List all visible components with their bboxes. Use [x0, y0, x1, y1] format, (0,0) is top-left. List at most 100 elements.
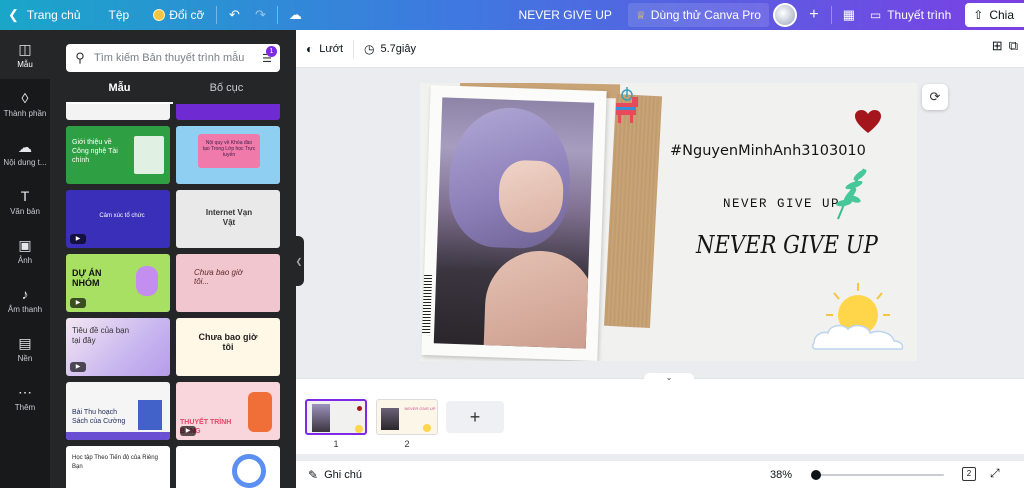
templates-panel: ⚲ Tìm kiếm Bản thuyết trình mẫu ☰ 1 Mẫu … — [50, 30, 296, 488]
left-rail: ◫ Mẫu ◊ Thành phần ☁ Nội dung t... T Văn… — [0, 30, 50, 488]
search-input[interactable]: Tìm kiếm Bản thuyết trình mẫu — [94, 52, 254, 64]
duplicate-page-icon[interactable]: ⧉ — [1009, 38, 1018, 54]
transition-button[interactable]: ◐ Lướt — [296, 42, 353, 56]
crown-icon: ♕ — [635, 9, 646, 22]
template-thumb[interactable]: Chưa bao giờ tôi — [176, 318, 280, 376]
redo-button[interactable]: ↷ — [247, 0, 273, 30]
sun-cloud-sticker-icon[interactable] — [808, 281, 908, 353]
leaf-sticker-icon[interactable] — [830, 165, 870, 221]
crown-coin-icon — [153, 9, 166, 21]
chevron-down-icon: ⌄ — [665, 373, 673, 382]
rail-item-photos[interactable]: ▣ Ảnh — [0, 226, 50, 275]
hashtag-text[interactable]: #NguyenMinhAnh3103010 — [670, 143, 866, 159]
rail-item-background[interactable]: ▤ Nền — [0, 324, 50, 373]
zoom-level[interactable]: 38% — [770, 469, 792, 481]
canvas-toolbar: ◐ Lướt ◷ 5.7giây ⊞ ⧉ — [296, 30, 1024, 68]
template-thumb[interactable] — [66, 104, 170, 120]
file-menu-button[interactable]: Tệp — [101, 0, 138, 30]
filter-count-badge: 1 — [266, 46, 277, 57]
person-illustration-icon — [248, 392, 272, 432]
template-title: Chưa bao giờ tôi... — [194, 268, 243, 286]
avatar[interactable] — [772, 3, 797, 27]
template-thumb[interactable]: Học tập Theo Tiến độ của Riêng Bạn — [66, 446, 170, 488]
kraft-paper-strip — [603, 93, 663, 329]
text-icon: T — [20, 187, 30, 204]
panel-tabs: Mẫu Bố cục — [66, 82, 280, 104]
share-label: Chia — [989, 8, 1014, 22]
polaroid-frame[interactable] — [421, 85, 607, 361]
document-title[interactable]: NEVER GIVE UP — [511, 0, 620, 30]
present-button[interactable]: ▭ Thuyết trình — [862, 0, 959, 30]
background-icon: ▤ — [18, 334, 32, 351]
page-grid-button[interactable]: 2 — [962, 467, 976, 481]
monster-illustration-icon — [136, 266, 158, 296]
portrait-photo[interactable] — [433, 97, 595, 349]
notes-icon: ✎ — [308, 467, 319, 482]
try-pro-button[interactable]: ♕ Dùng thử Canva Pro — [627, 3, 769, 27]
heart-sticker-icon[interactable] — [854, 109, 882, 135]
rail-item-label: Thêm — [14, 402, 36, 412]
zoom-slider[interactable] — [811, 470, 944, 480]
add-collaborator-button[interactable]: + — [801, 0, 827, 30]
template-thumb[interactable]: Giới thiệu về Công nghệ Tài chính — [66, 126, 170, 184]
template-thumb[interactable]: Cảm xúc tổ chức ▶ — [66, 190, 170, 248]
rail-item-label: Văn bản — [10, 206, 40, 216]
resize-button[interactable]: Đổi cỡ — [145, 0, 212, 30]
template-thumb[interactable]: Tiêu đề của bạn tại đây ▶ — [66, 318, 170, 376]
elements-icon: ◊ — [21, 89, 29, 106]
template-thumb[interactable]: DỰ ÁN NHÓM ▶ — [66, 254, 170, 312]
rail-item-audio[interactable]: ♪ Âm thanh — [0, 275, 50, 324]
rail-item-text[interactable]: T Văn bản — [0, 177, 50, 226]
add-page-icon[interactable]: ⊞ — [992, 38, 1003, 54]
collapse-panel-button[interactable]: ❮ — [294, 236, 304, 286]
template-thumb[interactable] — [176, 104, 280, 120]
template-thumb[interactable]: Nội quy về Khóa đào tạo Trong Lớp học Tr… — [176, 126, 280, 184]
notes-button[interactable]: ✎ Ghi chú — [308, 468, 362, 482]
rail-item-uploads[interactable]: ☁ Nội dung t... — [0, 128, 50, 177]
insights-button[interactable]: ▦ — [836, 0, 862, 30]
zoom-slider-handle[interactable] — [811, 470, 821, 480]
page-number-1: 1 — [333, 439, 339, 449]
shoulder-shape — [483, 249, 595, 349]
never-give-up-text[interactable]: NEVER GIVE UP — [723, 197, 840, 211]
thumb-photo — [381, 408, 399, 430]
pinata-sticker-icon[interactable] — [610, 87, 644, 127]
rail-item-label: Ảnh — [17, 255, 33, 265]
chevron-left-icon: ❮ — [295, 256, 303, 266]
strip-toggle-button[interactable]: ⌄ — [644, 373, 694, 383]
template-thumb[interactable]: THUYẾT TRÌNH BÀNG ▶ — [176, 382, 280, 440]
search-box[interactable]: ⚲ Tìm kiếm Bản thuyết trình mẫu ☰ 1 — [66, 44, 280, 72]
slide-canvas[interactable]: #NguyenMinhAnh3103010 NEVER GIVE UP NEVE… — [420, 83, 917, 361]
page-thumb-1[interactable] — [305, 399, 367, 435]
template-thumb[interactable]: Bài Thu hoạch Sách của Cường — [66, 382, 170, 440]
share-icon: ⇧ — [973, 8, 984, 22]
tab-templates[interactable]: Mẫu — [66, 82, 173, 104]
rail-item-templates[interactable]: ◫ Mẫu — [0, 30, 50, 79]
template-title: Chưa bao giờ tôi — [198, 332, 258, 352]
cloud-save-button[interactable]: ☁ — [282, 0, 308, 30]
timing-button[interactable]: ◷ 5.7giây — [354, 42, 426, 56]
plus-icon: + — [809, 6, 819, 23]
never-give-up-script-text[interactable]: NEVER GIVE UP — [696, 231, 878, 259]
try-pro-label: Dùng thử Canva Pro — [650, 8, 761, 22]
fullscreen-icon[interactable]: ⤢ — [990, 466, 1000, 481]
rail-item-elements[interactable]: ◊ Thành phần — [0, 79, 50, 128]
tab-layouts[interactable]: Bố cục — [173, 82, 280, 104]
template-thumb[interactable]: Chưa bao giờ tôi... — [176, 254, 280, 312]
top-bar: ❮ Trang chủ Tệp Đổi cỡ ↶ ↷ ☁ NEVER GIVE … — [0, 0, 1024, 30]
play-icon: ▶ — [70, 234, 86, 244]
page-thumb-2[interactable]: NEVER GIVE UP — [376, 399, 438, 435]
home-button[interactable]: ❮ Trang chủ — [0, 0, 89, 30]
magic-refresh-button[interactable]: ⟳ — [922, 84, 948, 110]
template-title: DỰ ÁN NHÓM — [72, 268, 102, 288]
filter-button[interactable]: ☰ 1 — [254, 44, 280, 72]
template-thumb[interactable] — [176, 446, 280, 488]
share-button[interactable]: ⇧ Chia — [965, 3, 1024, 27]
file-label: Tệp — [108, 8, 130, 22]
undo-button[interactable]: ↶ — [221, 0, 247, 30]
rail-item-more[interactable]: ⋯ Thêm — [0, 373, 50, 422]
add-page-button[interactable]: + — [446, 401, 504, 433]
page-strip: ⌄ 1 NEVER GIVE UP 2 + — [296, 373, 1024, 454]
template-thumb[interactable]: Internet Vạn Vật — [176, 190, 280, 248]
purple-band — [66, 432, 170, 440]
